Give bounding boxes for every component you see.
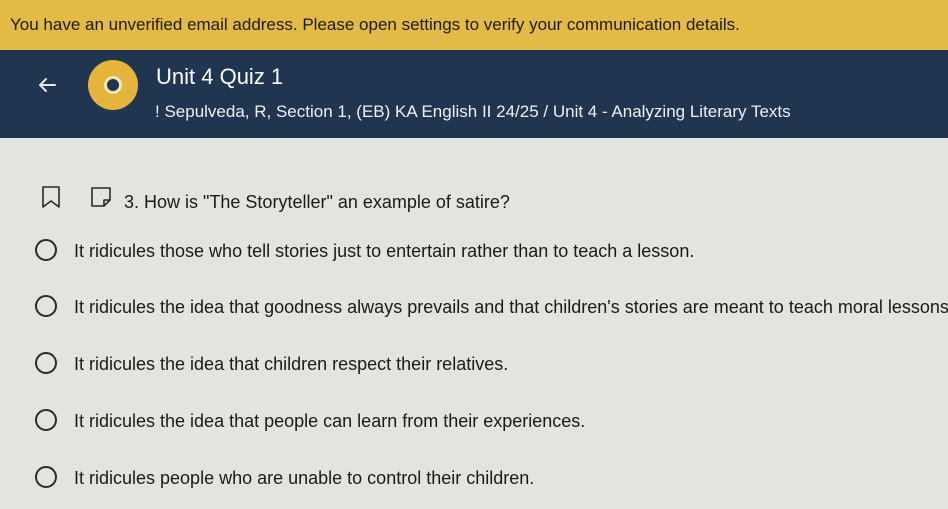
bookmark-icon[interactable] — [40, 185, 62, 214]
course-breadcrumb: ! Sepulveda, R, Section 1, (EB) KA Engli… — [155, 102, 791, 121]
banner-text: You have an unverified email address. Pl… — [10, 15, 740, 34]
choice-label[interactable]: It ridicules those who tell stories just… — [74, 241, 694, 262]
radio-button[interactable] — [35, 239, 57, 261]
quiz-header: Unit 4 Quiz 1 ! Sepulveda, R, Section 1,… — [0, 50, 948, 138]
radio-button[interactable] — [35, 466, 57, 488]
radio-button[interactable] — [35, 409, 57, 431]
question-text: 3. How is "The Storyteller" an example o… — [124, 192, 510, 212]
answer-choice-4[interactable]: It ridicules the idea that people can le… — [0, 407, 948, 437]
answer-choice-5[interactable]: It ridicules people who are unable to co… — [0, 464, 948, 494]
answer-choice-1[interactable]: It ridicules those who tell stories just… — [0, 237, 948, 267]
radio-button[interactable] — [35, 295, 57, 317]
quiz-title: Unit 4 Quiz 1 — [156, 64, 284, 89]
radio-button[interactable] — [35, 352, 57, 374]
choice-label[interactable]: It ridicules people who are unable to co… — [74, 468, 534, 489]
choice-label[interactable]: It ridicules the idea that children resp… — [74, 354, 508, 375]
answer-choice-3[interactable]: It ridicules the idea that children resp… — [0, 350, 948, 380]
question-row: 3. How is "The Storyteller" an example o… — [0, 185, 948, 215]
course-logo-icon — [88, 60, 138, 110]
note-icon[interactable] — [90, 185, 112, 214]
choice-label[interactable]: It ridicules the idea that people can le… — [74, 411, 585, 432]
choice-label[interactable]: It ridicules the idea that goodness alwa… — [74, 297, 948, 318]
verification-banner: You have an unverified email address. Pl… — [0, 0, 948, 50]
answer-choice-2[interactable]: It ridicules the idea that goodness alwa… — [0, 293, 948, 323]
arrow-left-icon[interactable] — [34, 72, 60, 98]
